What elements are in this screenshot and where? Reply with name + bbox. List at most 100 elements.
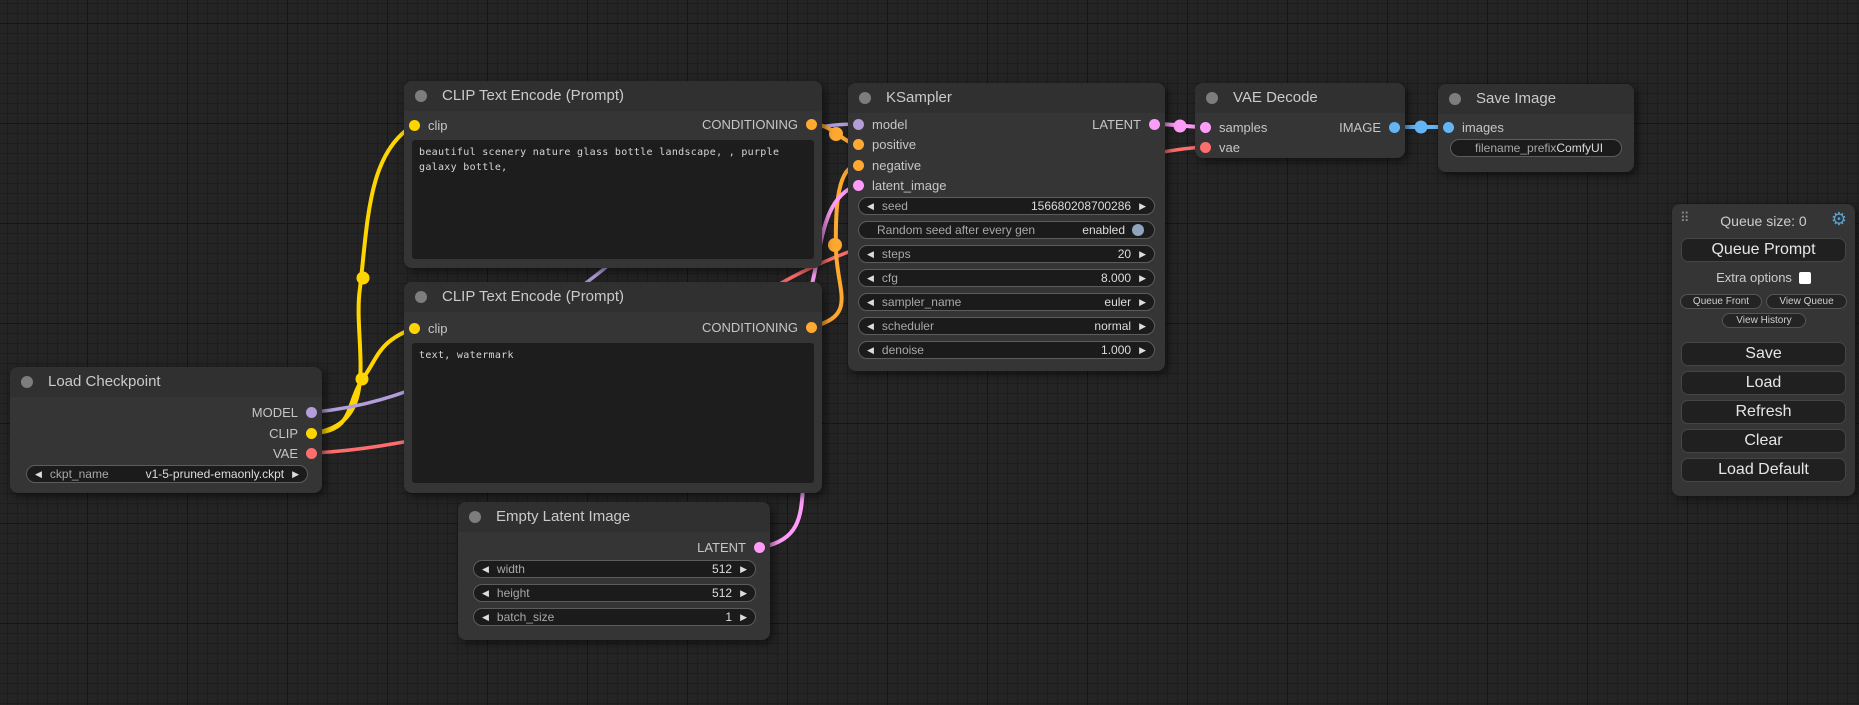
widget-scheduler[interactable]: ◀ scheduler normal ▶	[858, 317, 1155, 335]
decrement-arrow-icon[interactable]: ◀	[859, 245, 882, 263]
collapse-dot-icon[interactable]	[21, 376, 33, 388]
input-dot-clip[interactable]	[409, 323, 420, 334]
output-dot-latent[interactable]	[1149, 119, 1160, 130]
input-dot-negative[interactable]	[853, 160, 864, 171]
prompt-textarea[interactable]: text, watermark	[412, 343, 814, 483]
settings-gear-icon[interactable]: ⚙	[1831, 208, 1847, 230]
toggle-dot-icon[interactable]	[1132, 224, 1144, 236]
input-dot-images[interactable]	[1443, 122, 1454, 133]
decrement-arrow-icon[interactable]: ◀	[859, 197, 882, 215]
input-dot-latent-image[interactable]	[853, 180, 864, 191]
node-load-checkpoint[interactable]: Load Checkpoint MODEL CLIP VAE ◀ ckpt_na…	[10, 367, 322, 493]
link-dot-negative[interactable]	[828, 238, 842, 252]
input-slot-model[interactable]: model	[853, 116, 907, 132]
output-slot-vae[interactable]: VAE	[273, 445, 317, 461]
widget-height[interactable]: ◀ height 512 ▶	[473, 584, 756, 602]
widget-width[interactable]: ◀ width 512 ▶	[473, 560, 756, 578]
node-empty-latent-image[interactable]: Empty Latent Image LATENT ◀ width 512 ▶ …	[458, 502, 770, 640]
output-slot-conditioning[interactable]: CONDITIONING	[702, 116, 817, 132]
decrement-arrow-icon[interactable]: ◀	[474, 560, 497, 578]
widget-steps[interactable]: ◀ steps 20 ▶	[858, 245, 1155, 263]
collapse-dot-icon[interactable]	[1449, 93, 1461, 105]
queue-prompt-button[interactable]: Queue Prompt	[1681, 238, 1846, 262]
save-button[interactable]: Save	[1681, 342, 1846, 366]
output-dot-conditioning[interactable]	[806, 119, 817, 130]
increment-arrow-icon[interactable]: ▶	[1131, 317, 1154, 335]
increment-arrow-icon[interactable]: ▶	[284, 465, 307, 483]
decrement-arrow-icon[interactable]: ◀	[474, 608, 497, 626]
link-dot-latent[interactable]	[1174, 120, 1187, 133]
node-clip-text-encode-negative[interactable]: CLIP Text Encode (Prompt) clip CONDITION…	[404, 282, 822, 493]
node-title-bar[interactable]: CLIP Text Encode (Prompt)	[404, 282, 822, 312]
input-slot-clip[interactable]: clip	[409, 320, 448, 336]
link-dot-image[interactable]	[1415, 121, 1428, 134]
widget-batch-size[interactable]: ◀ batch_size 1 ▶	[473, 608, 756, 626]
collapse-dot-icon[interactable]	[1206, 92, 1218, 104]
increment-arrow-icon[interactable]: ▶	[732, 608, 755, 626]
collapse-dot-icon[interactable]	[415, 291, 427, 303]
input-slot-samples[interactable]: samples	[1200, 119, 1267, 135]
increment-arrow-icon[interactable]: ▶	[1131, 197, 1154, 215]
input-slot-vae[interactable]: vae	[1200, 139, 1240, 155]
increment-arrow-icon[interactable]: ▶	[1131, 245, 1154, 263]
increment-arrow-icon[interactable]: ▶	[1131, 293, 1154, 311]
input-slot-negative[interactable]: negative	[853, 157, 921, 173]
output-dot-clip[interactable]	[306, 428, 317, 439]
output-slot-latent[interactable]: LATENT	[697, 539, 765, 555]
node-title-bar[interactable]: Save Image	[1438, 84, 1634, 114]
increment-arrow-icon[interactable]: ▶	[1131, 269, 1154, 287]
output-dot-conditioning[interactable]	[806, 322, 817, 333]
node-title-bar[interactable]: CLIP Text Encode (Prompt)	[404, 81, 822, 111]
refresh-button[interactable]: Refresh	[1681, 400, 1846, 424]
node-vae-decode[interactable]: VAE Decode samples vae IMAGE	[1195, 83, 1405, 158]
view-history-button[interactable]: View History	[1722, 313, 1806, 328]
link-dot-clip1[interactable]	[357, 272, 370, 285]
input-dot-model[interactable]	[853, 119, 864, 130]
node-save-image[interactable]: Save Image images filename_prefix ComfyU…	[1438, 84, 1634, 172]
decrement-arrow-icon[interactable]: ◀	[859, 293, 882, 311]
collapse-dot-icon[interactable]	[415, 90, 427, 102]
widget-denoise[interactable]: ◀ denoise 1.000 ▶	[858, 341, 1155, 359]
load-button[interactable]: Load	[1681, 371, 1846, 395]
widget-filename-prefix[interactable]: filename_prefix ComfyUI	[1450, 139, 1622, 157]
prompt-textarea[interactable]: beautiful scenery nature glass bottle la…	[412, 140, 814, 259]
output-slot-conditioning[interactable]: CONDITIONING	[702, 319, 817, 335]
input-dot-positive[interactable]	[853, 139, 864, 150]
queue-front-button[interactable]: Queue Front	[1680, 294, 1762, 309]
load-default-button[interactable]: Load Default	[1681, 458, 1846, 482]
node-title-bar[interactable]: Load Checkpoint	[10, 367, 322, 397]
collapse-dot-icon[interactable]	[859, 92, 871, 104]
widget-seed[interactable]: ◀ seed 156680208700286 ▶	[858, 197, 1155, 215]
increment-arrow-icon[interactable]: ▶	[1131, 341, 1154, 359]
input-slot-clip[interactable]: clip	[409, 117, 448, 133]
widget-cfg[interactable]: ◀ cfg 8.000 ▶	[858, 269, 1155, 287]
increment-arrow-icon[interactable]: ▶	[732, 584, 755, 602]
decrement-arrow-icon[interactable]: ◀	[474, 584, 497, 602]
decrement-arrow-icon[interactable]: ◀	[27, 465, 50, 483]
output-slot-model[interactable]: MODEL	[252, 404, 317, 420]
decrement-arrow-icon[interactable]: ◀	[859, 341, 882, 359]
output-slot-image[interactable]: IMAGE	[1339, 119, 1400, 135]
extra-options-checkbox[interactable]	[1799, 272, 1811, 284]
decrement-arrow-icon[interactable]: ◀	[859, 269, 882, 287]
input-dot-clip[interactable]	[409, 120, 420, 131]
widget-ckpt-name[interactable]: ◀ ckpt_name v1-5-pruned-emaonly.ckpt ▶	[26, 465, 308, 483]
input-dot-samples[interactable]	[1200, 122, 1211, 133]
node-ksampler[interactable]: KSampler model positive negative latent_…	[848, 83, 1165, 371]
link-dot-clip2[interactable]	[356, 373, 369, 386]
node-clip-text-encode-positive[interactable]: CLIP Text Encode (Prompt) clip CONDITION…	[404, 81, 822, 268]
input-slot-latent-image[interactable]: latent_image	[853, 177, 946, 193]
clear-button[interactable]: Clear	[1681, 429, 1846, 453]
input-slot-positive[interactable]: positive	[853, 136, 916, 152]
output-slot-latent[interactable]: LATENT	[1092, 116, 1160, 132]
view-queue-button[interactable]: View Queue	[1766, 294, 1847, 309]
collapse-dot-icon[interactable]	[469, 511, 481, 523]
output-slot-clip[interactable]: CLIP	[269, 425, 317, 441]
output-dot-vae[interactable]	[306, 448, 317, 459]
increment-arrow-icon[interactable]: ▶	[732, 560, 755, 578]
input-slot-images[interactable]: images	[1443, 119, 1504, 135]
link-dot-positive[interactable]	[829, 127, 843, 141]
output-dot-image[interactable]	[1389, 122, 1400, 133]
output-dot-latent[interactable]	[754, 542, 765, 553]
node-graph-canvas[interactable]: Load Checkpoint MODEL CLIP VAE ◀ ckpt_na…	[0, 0, 1859, 705]
